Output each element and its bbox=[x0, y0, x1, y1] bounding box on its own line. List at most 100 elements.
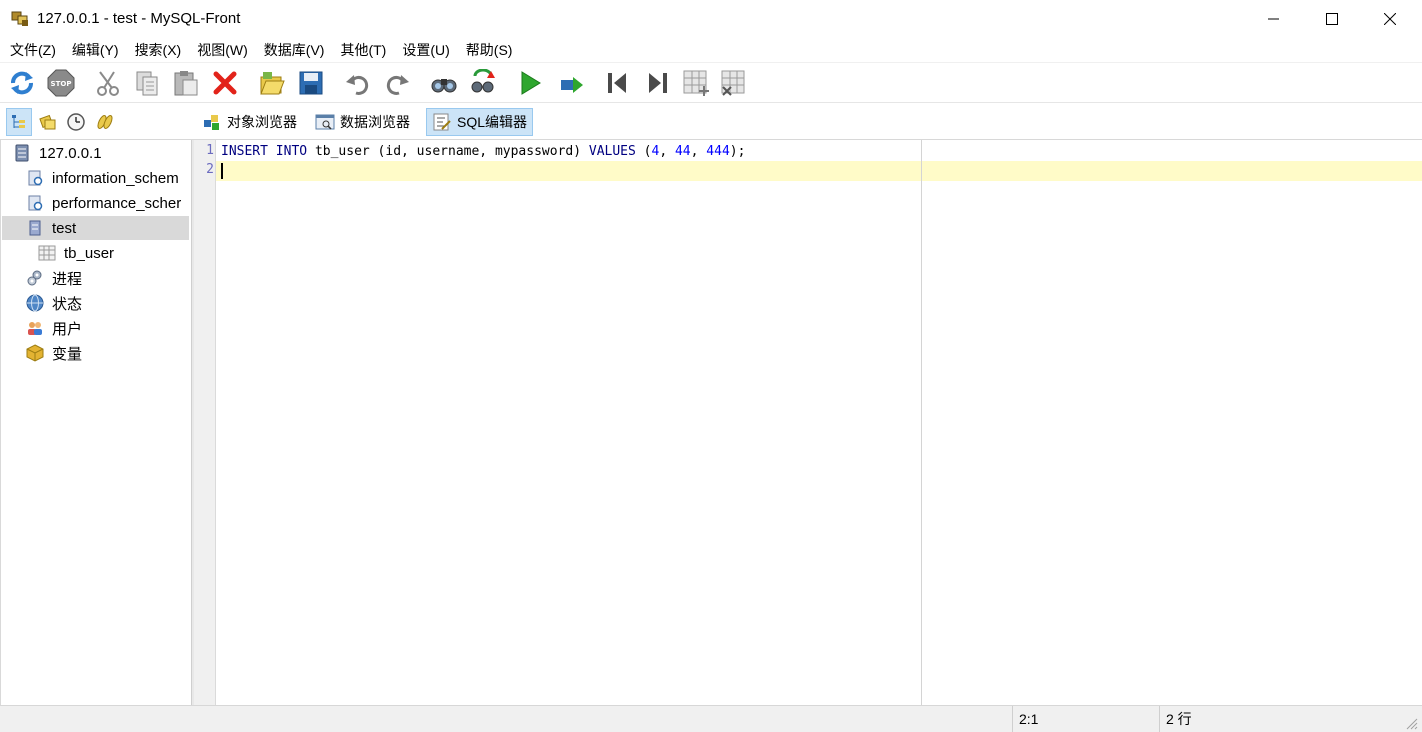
menu-help[interactable]: 帮助(S) bbox=[458, 38, 521, 62]
insert-record-button[interactable] bbox=[681, 68, 711, 98]
menu-search[interactable]: 搜索(X) bbox=[127, 38, 190, 62]
navigator-history-button[interactable] bbox=[63, 108, 89, 136]
table-icon bbox=[38, 245, 56, 261]
tree-node-server-label: 127.0.0.1 bbox=[39, 144, 102, 162]
minimize-button[interactable] bbox=[1246, 0, 1302, 38]
sql-punct: , bbox=[659, 144, 668, 159]
tab-data-browser[interactable]: 数据浏览器 bbox=[310, 108, 415, 136]
line-number-gutter: 1 2 bbox=[194, 140, 216, 705]
sql-keyword: INTO bbox=[275, 144, 308, 159]
tree-node-information-schema[interactable]: information_schem bbox=[26, 166, 179, 190]
status-icon bbox=[26, 294, 44, 312]
find-button[interactable] bbox=[429, 68, 459, 98]
sql-keyword: INSERT bbox=[221, 144, 268, 159]
last-icon bbox=[649, 73, 667, 93]
view-toolbar: 对象浏览器 数据浏览器 SQL编辑器 bbox=[0, 102, 1422, 140]
tree-node-variables-label: 变量 bbox=[52, 345, 83, 363]
redo-button[interactable] bbox=[382, 68, 412, 98]
undo-button[interactable] bbox=[343, 68, 373, 98]
find-icon bbox=[431, 79, 457, 93]
tree-node-tb-user[interactable]: tb_user bbox=[38, 241, 114, 265]
variables-icon bbox=[26, 344, 44, 362]
tree-node-test-label: test bbox=[52, 219, 77, 237]
tree-node-information-schema-label: information_schem bbox=[52, 169, 179, 187]
sql-editor[interactable]: 1 2 INSERT INTO tb_user (id, username, m… bbox=[194, 140, 1422, 705]
system-database-icon bbox=[28, 170, 43, 186]
status-bar: 2:1 2 行 bbox=[0, 705, 1422, 732]
navigator-bookmarks-button[interactable] bbox=[35, 108, 61, 136]
replace-button[interactable] bbox=[468, 68, 498, 98]
menu-bar: 文件(Z) 编辑(Y) 搜索(X) 视图(W) 数据库(V) 其他(T) 设置(… bbox=[0, 38, 1422, 62]
maximize-button[interactable] bbox=[1304, 0, 1360, 38]
menu-edit[interactable]: 编辑(Y) bbox=[64, 38, 127, 62]
run-icon bbox=[521, 71, 541, 95]
line-number: 2 bbox=[206, 162, 214, 177]
navigator-tree-button[interactable] bbox=[6, 108, 32, 136]
text-caret bbox=[221, 163, 223, 179]
insert-record-icon bbox=[683, 70, 709, 96]
cut-icon bbox=[97, 71, 119, 96]
menu-settings[interactable]: 设置(U) bbox=[394, 38, 457, 62]
tree-node-processes[interactable]: 进程 bbox=[26, 266, 82, 290]
delete-icon bbox=[213, 71, 237, 95]
stop-button[interactable]: STOP bbox=[46, 68, 76, 98]
editor-right-margin bbox=[921, 140, 922, 705]
users-icon bbox=[28, 322, 42, 335]
menu-file[interactable]: 文件(Z) bbox=[2, 38, 64, 62]
status-line-count: 2 行 bbox=[1159, 706, 1392, 732]
tree-node-performance-schema-label: performance_scher bbox=[52, 194, 182, 212]
delete-record-button[interactable] bbox=[719, 68, 749, 98]
cut-button[interactable] bbox=[93, 68, 123, 98]
run-button[interactable] bbox=[515, 68, 545, 98]
bookmarks-icon bbox=[39, 114, 56, 130]
sql-number: 444 bbox=[706, 144, 730, 159]
tree-node-performance-schema[interactable]: performance_scher bbox=[26, 191, 181, 215]
tab-object-browser[interactable]: 对象浏览器 bbox=[197, 108, 302, 136]
redo-icon bbox=[386, 75, 409, 95]
undo-icon bbox=[346, 75, 369, 95]
first-button[interactable] bbox=[603, 68, 633, 98]
title-bar: 127.0.0.1 - test - MySQL-Front bbox=[0, 0, 1422, 38]
sql-punct: , bbox=[690, 144, 699, 159]
copy-icon bbox=[136, 71, 158, 96]
paste-button[interactable] bbox=[171, 68, 201, 98]
run-selection-button[interactable] bbox=[556, 68, 586, 98]
sql-text: tb_user (id, username, mypassword) bbox=[314, 144, 582, 159]
save-button[interactable] bbox=[296, 68, 326, 98]
open-folder-icon bbox=[260, 72, 285, 95]
menu-other[interactable]: 其他(T) bbox=[332, 38, 394, 62]
tree-node-test[interactable]: test bbox=[2, 216, 189, 240]
copy-button[interactable] bbox=[132, 68, 162, 98]
minimize-icon bbox=[1268, 18, 1279, 20]
data-browser-icon bbox=[315, 114, 335, 130]
tree-node-users[interactable]: 用户 bbox=[26, 316, 82, 340]
delete-record-icon bbox=[721, 70, 745, 96]
paste-icon bbox=[174, 71, 198, 96]
tab-sql-editor[interactable]: SQL编辑器 bbox=[426, 108, 534, 136]
last-button[interactable] bbox=[642, 68, 672, 98]
menu-database[interactable]: 数据库(V) bbox=[256, 38, 333, 62]
tree-node-status[interactable]: 状态 bbox=[26, 291, 82, 315]
tree-node-variables[interactable]: 变量 bbox=[26, 341, 82, 365]
first-icon bbox=[608, 73, 626, 93]
tab-sql-editor-label: SQL编辑器 bbox=[457, 114, 528, 130]
current-line-highlight bbox=[216, 161, 1422, 181]
stop-icon: STOP bbox=[47, 69, 75, 97]
status-cursor-position: 2:1 bbox=[1012, 706, 1159, 732]
resize-grip-icon[interactable] bbox=[1404, 716, 1418, 730]
database-icon bbox=[29, 220, 41, 236]
replace-icon bbox=[471, 69, 495, 93]
tree-node-server[interactable]: 127.0.0.1 bbox=[13, 141, 102, 165]
open-button[interactable] bbox=[257, 68, 287, 98]
navigator-sql-files-button[interactable] bbox=[92, 108, 118, 136]
delete-button[interactable] bbox=[210, 68, 240, 98]
stop-icon-label: STOP bbox=[51, 80, 72, 88]
refresh-button[interactable] bbox=[7, 68, 37, 98]
close-icon bbox=[1384, 13, 1396, 25]
close-button[interactable] bbox=[1362, 0, 1418, 38]
system-database-icon bbox=[28, 195, 43, 211]
tree-icon bbox=[12, 115, 25, 128]
menu-view[interactable]: 视图(W) bbox=[189, 38, 256, 62]
code-line-1[interactable]: INSERT INTO tb_user (id, username, mypas… bbox=[221, 142, 745, 161]
sql-punct: ( bbox=[643, 144, 652, 159]
